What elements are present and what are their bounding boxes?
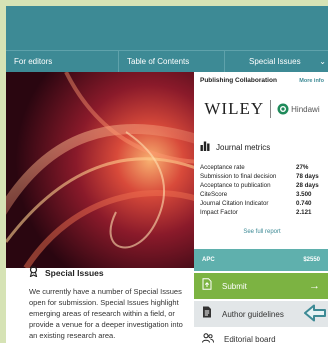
metric-row: CiteScore 3.500 [200,190,320,199]
people-icon [202,330,214,343]
journal-metrics-title: Journal metrics [216,142,271,152]
apc-value: $2550 [303,257,320,263]
special-issues-heading: Special Issues [29,264,104,282]
metric-label: Acceptance rate [200,164,245,171]
submit-label: Submit [222,281,247,291]
arrow-right-icon: → [309,280,320,292]
metric-value: 0.740 [296,200,312,207]
metric-value: 78 days [296,173,319,180]
metric-value: 28 days [296,182,319,189]
nav-item-special-issues[interactable]: Special Issues ⌄ [225,51,328,72]
metric-row: Impact Factor 2.121 [200,208,320,217]
wiley-logo: WILEY [204,99,265,118]
metric-value: 3.500 [296,191,312,198]
apc-bar: APC $2550 [194,249,328,271]
document-icon [202,305,212,323]
bar-chart-icon [200,138,210,156]
metric-label: Submission to final decision [200,173,277,180]
award-icon [29,264,38,282]
submit-button[interactable]: Submit → [194,273,328,299]
special-issues-title: Special Issues [45,268,104,278]
editorial-board-label: Editorial board [224,334,276,343]
journal-metrics-heading: Journal metrics [200,138,270,156]
metric-label: Impact Factor [200,209,238,216]
hindawi-label: Hindawi [291,104,320,114]
pointer-arrow-icon [304,304,326,327]
page-frame: For editors Table of Contents Special Is… [6,6,328,343]
nav-label: For editors [14,57,53,66]
metric-row: Submission to final decision 78 days [200,172,320,181]
metric-row: Acceptance rate 27% [200,163,320,172]
metric-row: Journal Citation Indicator 0.740 [200,199,320,208]
journal-nav: For editors Table of Contents Special Is… [6,50,328,72]
metric-label: Acceptance to publication [200,182,271,189]
journal-sidebar: Publishing Collaboration More info WILEY… [194,72,328,343]
metric-value: 27% [296,164,309,171]
metric-label: CiteScore [200,191,228,198]
special-issues-description: We currently have a number of Special Is… [29,287,183,340]
hero-image [6,72,198,268]
nav-item-table-of-contents[interactable]: Table of Contents [119,51,225,72]
hindawi-mark-icon [277,103,289,115]
publisher-logos: WILEY Hindawi [200,94,324,124]
hindawi-logo: Hindawi [277,103,320,115]
collaboration-label: Publishing Collaboration [200,77,277,84]
metric-row: Acceptance to publication 28 days [200,181,320,190]
metric-label: Journal Citation Indicator [200,200,269,207]
editorial-board-link[interactable]: Editorial board [194,330,328,343]
upload-document-icon [202,277,212,295]
full-report-link[interactable]: See full report [200,229,324,235]
author-guidelines-button[interactable]: Author guidelines [194,301,328,327]
top-banner [6,6,328,50]
metric-value: 2.121 [296,209,312,216]
apc-label: APC [202,257,215,263]
logo-divider [270,100,272,118]
nav-item-for-editors[interactable]: For editors [6,51,119,72]
metrics-list: Acceptance rate 27% Submission to final d… [200,163,320,217]
nav-label: Table of Contents [127,57,190,66]
more-info-link[interactable]: More info [299,77,324,84]
collaboration-header: Publishing Collaboration More info [200,77,324,84]
nav-label: Special Issues [249,57,301,66]
chevron-down-icon: ⌄ [319,57,326,66]
